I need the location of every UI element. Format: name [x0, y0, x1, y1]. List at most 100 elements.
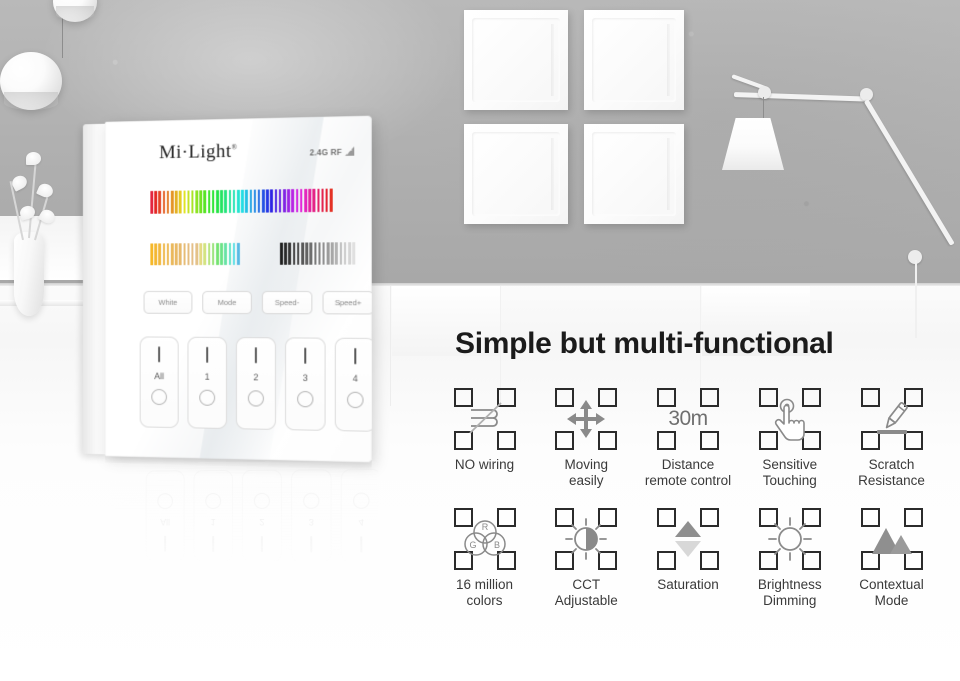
slider-segment	[253, 189, 257, 213]
feature-label-line: Contextual	[859, 576, 924, 592]
slider-segment	[162, 243, 166, 266]
zone-3[interactable]: 3	[285, 337, 326, 431]
feature-label-line: Resistance	[858, 473, 925, 489]
slider-segment	[170, 243, 174, 266]
slider-segment	[158, 190, 162, 214]
dimming-slider[interactable]	[279, 242, 365, 265]
zone-4[interactable]: 4	[334, 337, 372, 432]
icon-frame: 30m	[657, 388, 719, 450]
zone-on-tick	[354, 348, 357, 365]
icon-frame	[555, 507, 618, 570]
slider-segment	[325, 188, 329, 212]
slider-segment	[174, 243, 178, 266]
slider-segment	[224, 242, 227, 266]
zone-label: All	[154, 371, 164, 382]
slider-segment	[291, 189, 295, 213]
svg-text:G: G	[469, 540, 476, 550]
slider-segment	[216, 243, 219, 266]
feature-label-line: Sensitive	[762, 457, 818, 472]
zone-1[interactable]: 1	[187, 336, 227, 430]
feature-label: Distance remote control	[645, 457, 731, 490]
feature-item: Scratch Resistance	[845, 388, 938, 490]
slider-segment	[316, 188, 320, 213]
slider-segment	[183, 190, 186, 214]
slider-segment	[249, 189, 252, 213]
zone-3: 3	[291, 469, 332, 563]
slider-segment	[313, 242, 317, 265]
feature-label-line: Brightness	[757, 576, 822, 592]
slider-segment	[178, 243, 182, 266]
brightness-sun-icon	[767, 516, 813, 562]
slider-segment	[150, 190, 153, 214]
slider-segment	[166, 190, 170, 214]
feature-label: NO wiring	[455, 457, 514, 473]
flower-bloom	[26, 152, 41, 165]
feature-item: 30m Distance remote control	[642, 388, 735, 490]
slider-segment	[195, 190, 198, 214]
slider-segment	[199, 190, 203, 214]
slider-segment	[261, 189, 265, 213]
slider-segment	[287, 189, 290, 213]
slider-segment	[279, 242, 283, 265]
slider-segment	[296, 242, 300, 265]
zone-off-circle	[247, 390, 264, 407]
slider-segment	[162, 190, 166, 214]
slider-segment	[174, 190, 178, 214]
feature-label-line: NO wiring	[454, 457, 515, 472]
zone-label: 1	[210, 517, 216, 527]
slider-segment	[257, 189, 261, 213]
saturation-triangles-icon	[665, 516, 711, 562]
slider-segment	[220, 190, 223, 214]
slider-segment	[211, 190, 215, 214]
slider-segment	[232, 242, 236, 265]
mode-button[interactable]: Mode	[202, 290, 252, 315]
zone-button-row: All 1 2 3 4	[139, 336, 372, 432]
slider-segment	[178, 190, 182, 214]
feature-item: Contextual Mode	[845, 507, 938, 610]
slider-segment	[199, 243, 203, 266]
zone-on-tick	[212, 535, 214, 552]
slider-segment	[191, 190, 194, 214]
slider-segment	[266, 189, 269, 213]
wall-panel	[584, 10, 684, 110]
hue-slider[interactable]	[150, 188, 364, 214]
feature-label: CCT Adjustable	[555, 577, 618, 610]
white-button[interactable]: White	[143, 290, 193, 314]
zone-off-circle	[303, 492, 320, 509]
zone-label: 3	[308, 517, 314, 528]
feature-label-line: remote control	[644, 473, 732, 489]
icon-frame	[657, 507, 719, 570]
wall-panel	[464, 10, 568, 110]
speed-up-button[interactable]: Speed+	[322, 291, 372, 315]
slider-segment	[236, 189, 240, 213]
feature-label: 16 million colors	[456, 577, 513, 610]
zone-on-tick	[360, 536, 363, 553]
slider-segment	[318, 242, 321, 265]
speed-down-button[interactable]: Speed-	[261, 291, 313, 315]
slider-segment	[278, 189, 282, 213]
zone-label: All	[160, 517, 170, 527]
cct-slider[interactable]	[150, 242, 259, 266]
zone-label: 2	[253, 372, 259, 383]
feature-label-line: Scratch	[868, 457, 915, 472]
zone-label: 4	[352, 373, 358, 384]
zone-off-circle	[199, 389, 216, 406]
slider-segment	[283, 189, 286, 213]
slider-segment	[326, 242, 330, 265]
zone-all[interactable]: All	[139, 336, 179, 429]
slider-segment	[207, 190, 211, 214]
slider-segment	[308, 188, 312, 213]
zone-2: 2	[241, 469, 282, 563]
feature-label: Brightness Dimming	[758, 577, 822, 610]
surface-seam	[390, 286, 391, 406]
feature-label: Moving easily	[564, 457, 608, 490]
slider-segment	[329, 188, 333, 212]
lamp-joint-top	[758, 86, 771, 99]
zone-2[interactable]: 2	[235, 337, 276, 430]
slider-segment	[170, 190, 174, 214]
slider-segment	[312, 188, 316, 213]
rgb-venn-icon: R G B	[462, 516, 508, 562]
four-way-arrow-icon	[563, 396, 609, 442]
slider-segment	[284, 242, 287, 265]
zone-4: 4	[340, 469, 378, 563]
